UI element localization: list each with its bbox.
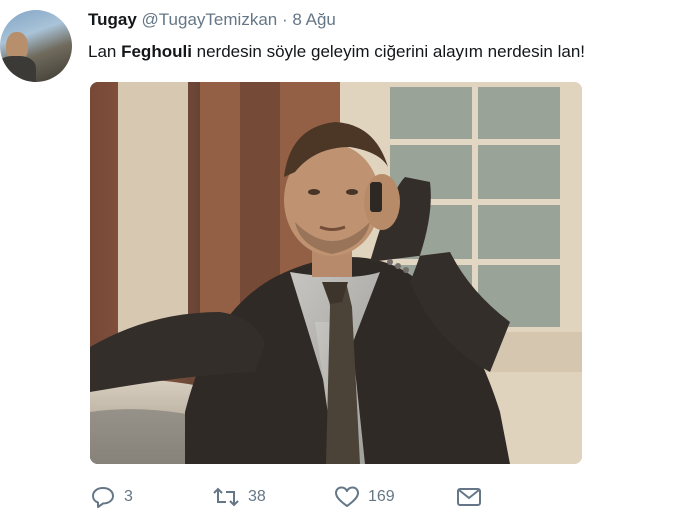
- header-separator: ·: [281, 10, 288, 29]
- tweet-header: Tugay @TugayTemizkan · 8 Ağu: [88, 10, 336, 30]
- retweet-icon: [212, 485, 240, 509]
- retweet-count: 38: [248, 488, 266, 505]
- tweet-text-bold-name: Feghouli: [121, 42, 192, 61]
- tweet-text: Lan Feghouli nerdesin söyle geleyim ciğe…: [88, 42, 585, 62]
- tweet-text-end: nerdesin söyle geleyim ciğerini alayım n…: [191, 42, 586, 61]
- heart-icon: [334, 485, 360, 509]
- author-handle[interactable]: @TugayTemizkan: [142, 10, 278, 29]
- like-button[interactable]: 169: [334, 485, 395, 509]
- direct-message-button[interactable]: [456, 485, 482, 509]
- retweet-button[interactable]: 38: [212, 485, 266, 509]
- tweet-actions: 3 38 169: [90, 485, 510, 511]
- avatar-shoulders: [0, 56, 36, 82]
- tweet-photo[interactable]: [90, 82, 582, 464]
- photo-illustration: [90, 82, 582, 464]
- reply-count: 3: [124, 488, 133, 505]
- author-avatar[interactable]: [0, 10, 72, 82]
- envelope-icon: [456, 485, 482, 509]
- reply-button[interactable]: 3: [90, 485, 133, 509]
- tweet-text-start: Lan: [88, 42, 122, 61]
- tweet-date[interactable]: 8 Ağu: [292, 10, 336, 29]
- like-count: 169: [368, 488, 395, 505]
- author-name[interactable]: Tugay: [88, 10, 137, 29]
- reply-icon: [90, 485, 116, 509]
